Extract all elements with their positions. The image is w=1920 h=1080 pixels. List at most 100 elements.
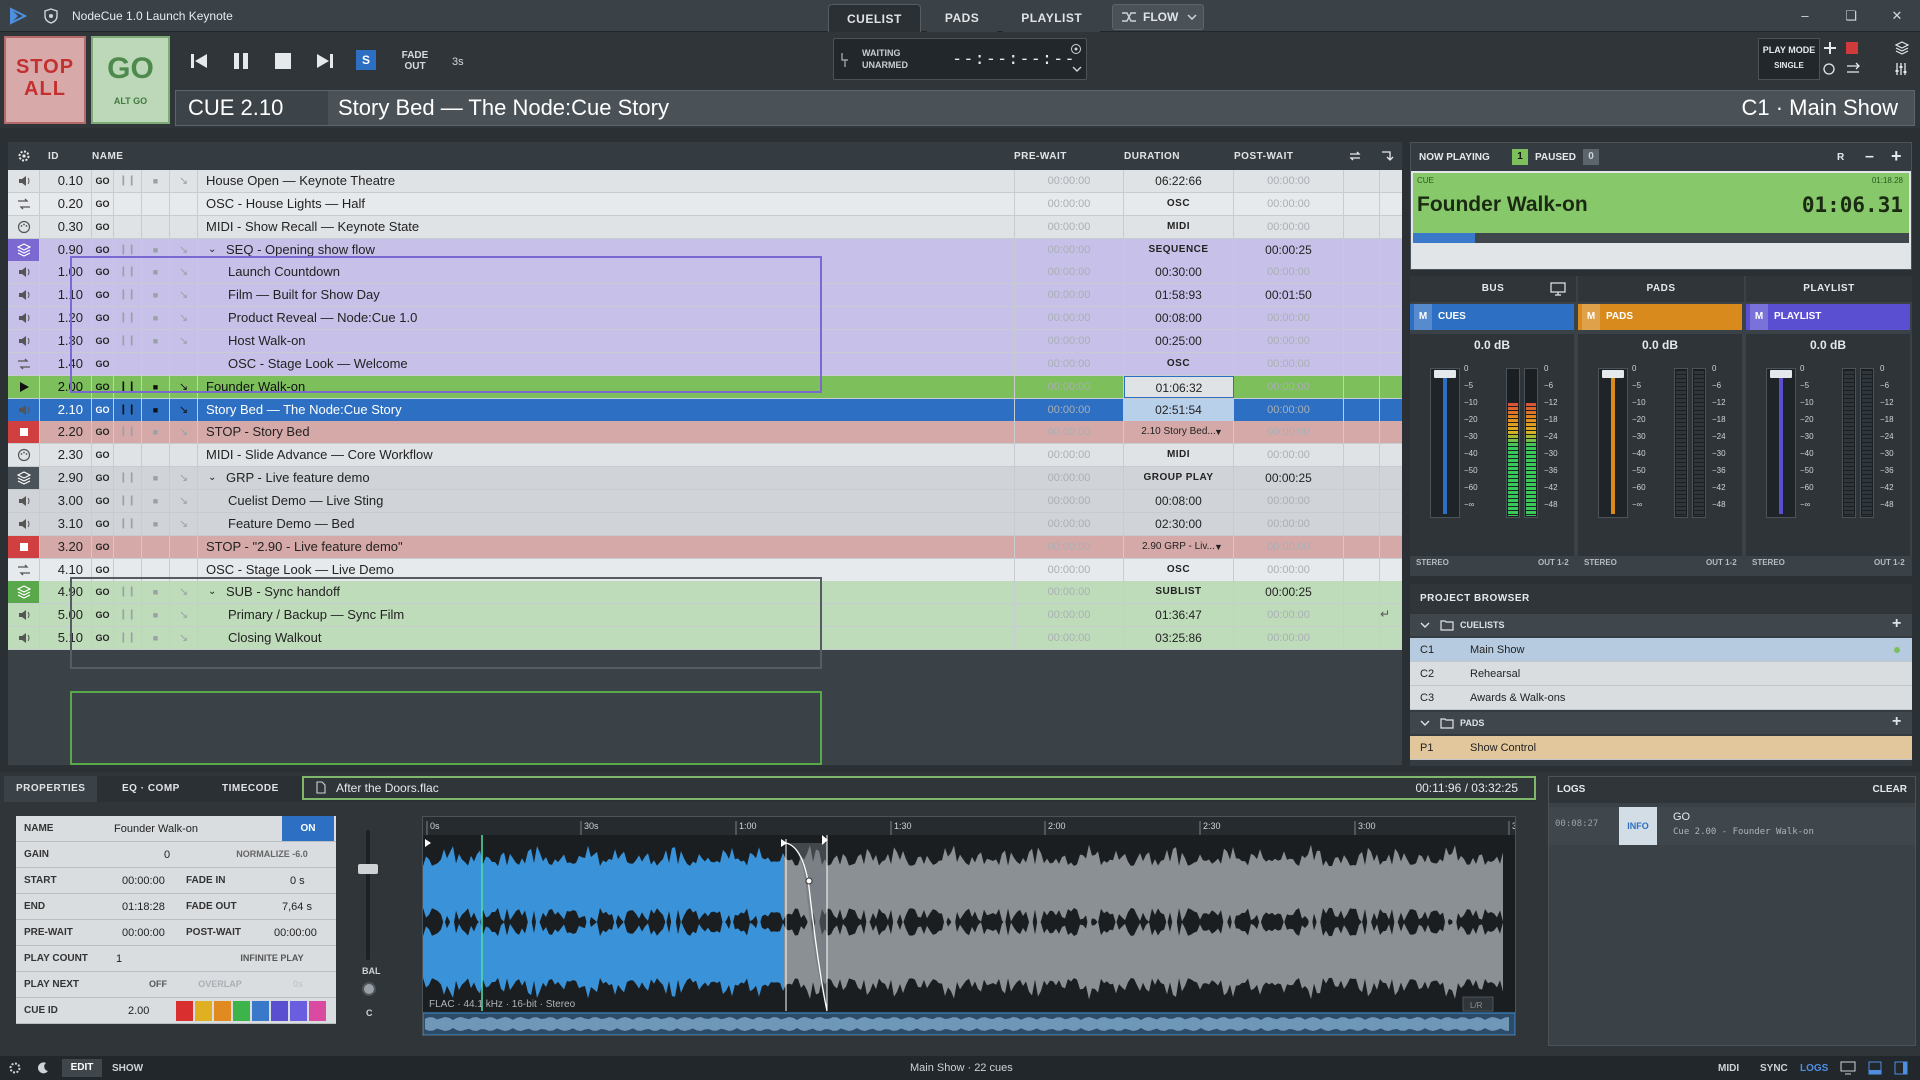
tab-playlist[interactable]: PLAYLIST (1003, 4, 1101, 32)
cue-go-button[interactable]: GO (92, 307, 114, 330)
settings-icon[interactable] (8, 1061, 22, 1075)
prop-gain-value[interactable]: 0 (164, 842, 170, 868)
mixer-bus-playlist[interactable]: M PLAYLIST (1746, 304, 1910, 330)
plus-button[interactable]: + (1891, 146, 1902, 167)
color-swatch[interactable] (233, 1001, 250, 1021)
cue-post-wait[interactable]: 00:00:00 (1234, 535, 1344, 558)
previous-icon[interactable] (186, 48, 212, 74)
cue-arm-button[interactable]: ↘ (170, 581, 198, 604)
mixer-tab-playlist[interactable]: PLAYLIST (1746, 276, 1912, 302)
tab-pads[interactable]: PADS (926, 4, 998, 32)
gear-icon[interactable] (17, 149, 31, 163)
prop-prewait-value[interactable]: 00:00:00 (122, 920, 165, 946)
cue-duration[interactable]: 02:51:54 (1124, 398, 1234, 421)
prop-fade-in-value[interactable]: 0 s (290, 868, 305, 894)
cue-arm-button[interactable]: ↘ (170, 398, 198, 421)
prop-cueid-value[interactable]: 2.00 (128, 998, 149, 1024)
mute-button[interactable]: M (1414, 304, 1432, 330)
cue-duration[interactable]: OSC (1124, 352, 1234, 375)
cue-row[interactable]: 2.10 GO ❙❙ ■ ↘ Story Bed — The Node:Cue Story… (8, 398, 1402, 422)
cue-pause-button[interactable]: ❙❙ (114, 375, 142, 398)
cue-pause-button[interactable] (114, 444, 142, 467)
cue-stop-button[interactable]: ■ (142, 307, 170, 330)
cue-stop-button[interactable]: ■ (142, 398, 170, 421)
cue-row[interactable]: 4.90 GO ❙❙ ■ ↘ ⌄ SUB - Sync handoff 00:00:00 SUB… (8, 581, 1402, 605)
cuelist-item[interactable]: C1 Main Show (1410, 638, 1912, 662)
cue-go-button[interactable]: GO (92, 261, 114, 284)
col-post-wait[interactable]: POST-WAIT (1234, 151, 1294, 162)
cue-stop-button[interactable]: ■ (142, 604, 170, 627)
mixer-bus-cues[interactable]: M CUES (1410, 304, 1574, 330)
cue-arm-button[interactable]: ↘ (170, 490, 198, 513)
cue-post-wait[interactable]: 00:01:50 (1234, 284, 1344, 307)
cue-row[interactable]: 1.00 GO ❙❙ ■ ↘ Launch Countdown 00:00:00 00:30:… (8, 261, 1402, 285)
cue-post-wait[interactable]: 00:00:00 (1234, 398, 1344, 421)
cue-arm-button[interactable]: ↘ (170, 627, 198, 650)
cue-go-button[interactable]: GO (92, 192, 114, 215)
prop-playcount-value[interactable]: 1 (116, 946, 122, 972)
cue-post-wait[interactable]: 00:00:00 (1234, 490, 1344, 513)
swap-icon[interactable] (1846, 62, 1860, 76)
infinite-play-toggle[interactable]: INFINITE PLAY (212, 946, 332, 971)
add-pad-button[interactable]: + (1892, 711, 1901, 733)
chevron-down-icon[interactable]: ⌄ (208, 239, 216, 261)
cue-arm-button[interactable] (170, 535, 198, 558)
maximize-button[interactable]: ❏ (1840, 6, 1862, 26)
cue-stop-button[interactable]: ■ (142, 170, 170, 192)
play-next-toggle[interactable]: OFF (128, 972, 188, 997)
color-swatch[interactable] (252, 1001, 269, 1021)
cue-post-wait[interactable]: 00:00:00 (1234, 330, 1344, 353)
logs-toggle[interactable]: LOGS (1800, 1063, 1828, 1074)
cue-post-wait[interactable]: 00:00:00 (1234, 627, 1344, 650)
pad-item[interactable]: P1 Show Control (1410, 736, 1912, 760)
cue-go-button[interactable]: GO (92, 467, 114, 490)
cue-duration[interactable]: 01:36:47 (1124, 604, 1234, 627)
next-icon[interactable] (312, 48, 338, 74)
equalizer-icon[interactable] (1894, 62, 1908, 76)
cue-pre-wait[interactable]: 00:00:00 (1014, 170, 1124, 192)
cue-post-wait[interactable]: 00:00:00 (1234, 512, 1344, 535)
waveform-svg[interactable]: 0s 30s 1:00 1:30 2:00 2:30 3:00 3: FLAC · 44.1 k… (422, 817, 1520, 1036)
cue-arm-button[interactable]: ↘ (170, 421, 198, 444)
cue-duration[interactable]: GROUP PLAY (1124, 467, 1234, 490)
chevron-down-icon[interactable]: ⌄ (208, 581, 216, 603)
cue-go-button[interactable]: GO (92, 581, 114, 604)
fader-handle[interactable] (1434, 370, 1456, 378)
pads-section[interactable]: PADS + (1410, 712, 1912, 734)
col-pre-wait[interactable]: PRE-WAIT (1014, 151, 1067, 162)
minus-button[interactable]: – (1865, 148, 1874, 166)
dropdown-arrow-icon[interactable]: ▼ (1214, 536, 1223, 558)
cue-row[interactable]: 0.90 GO ❙❙ ■ ↘ ⌄ SEQ - Opening show flow 00:00:… (8, 238, 1402, 262)
cue-stop-button[interactable]: ■ (142, 261, 170, 284)
target-icon[interactable] (1070, 43, 1082, 55)
cue-row[interactable]: 2.20 GO ❙❙ ■ ↘ STOP - Story Bed 00:00:00 2.10 S… (8, 421, 1402, 445)
cue-pause-button[interactable] (114, 215, 142, 238)
color-swatch[interactable] (271, 1001, 288, 1021)
cue-row[interactable]: 3.10 GO ❙❙ ■ ↘ Feature Demo — Bed 00:00:00 02:3… (8, 512, 1402, 536)
cue-pre-wait[interactable]: 00:00:00 (1014, 604, 1124, 627)
cue-post-wait[interactable]: 00:00:25 (1234, 238, 1344, 261)
autofollow-icon[interactable]: ↵ (1380, 607, 1390, 621)
cue-pre-wait[interactable]: 00:00:00 (1014, 467, 1124, 490)
cue-arm-button[interactable]: ↘ (170, 604, 198, 627)
cue-post-wait[interactable]: 00:00:00 (1234, 421, 1344, 444)
cue-pre-wait[interactable]: 00:00:00 (1014, 307, 1124, 330)
autofollow-icon[interactable] (1380, 149, 1394, 163)
cue-go-button[interactable]: GO (92, 330, 114, 353)
cue-post-wait[interactable]: 00:00:00 (1234, 604, 1344, 627)
mute-button[interactable]: M (1750, 304, 1768, 330)
cue-stop-button[interactable]: ■ (142, 627, 170, 650)
cue-row[interactable]: 0.30 GO MIDI - Show Recall — Keynote State… (8, 215, 1402, 239)
cue-post-wait[interactable]: 00:00:00 (1234, 192, 1344, 215)
cue-post-wait[interactable]: 00:00:00 (1234, 170, 1344, 192)
cue-duration[interactable]: OSC (1124, 192, 1234, 215)
cue-row[interactable]: 2.00 GO ❙❙ ■ ↘ Founder Walk-on 00:00:00 01:06:3… (8, 375, 1402, 399)
cue-arm-button[interactable]: ↘ (170, 238, 198, 261)
cue-stop-button[interactable] (142, 192, 170, 215)
cue-stop-button[interactable] (142, 444, 170, 467)
cue-row[interactable]: 2.90 GO ❙❙ ■ ↘ ⌄ GRP - Live feature demo 00:00:… (8, 467, 1402, 491)
tab-eq-comp[interactable]: EQ · COMP (110, 776, 192, 802)
color-swatch[interactable] (309, 1001, 326, 1021)
cue-pause-button[interactable] (114, 352, 142, 375)
cue-arm-button[interactable]: ↘ (170, 330, 198, 353)
